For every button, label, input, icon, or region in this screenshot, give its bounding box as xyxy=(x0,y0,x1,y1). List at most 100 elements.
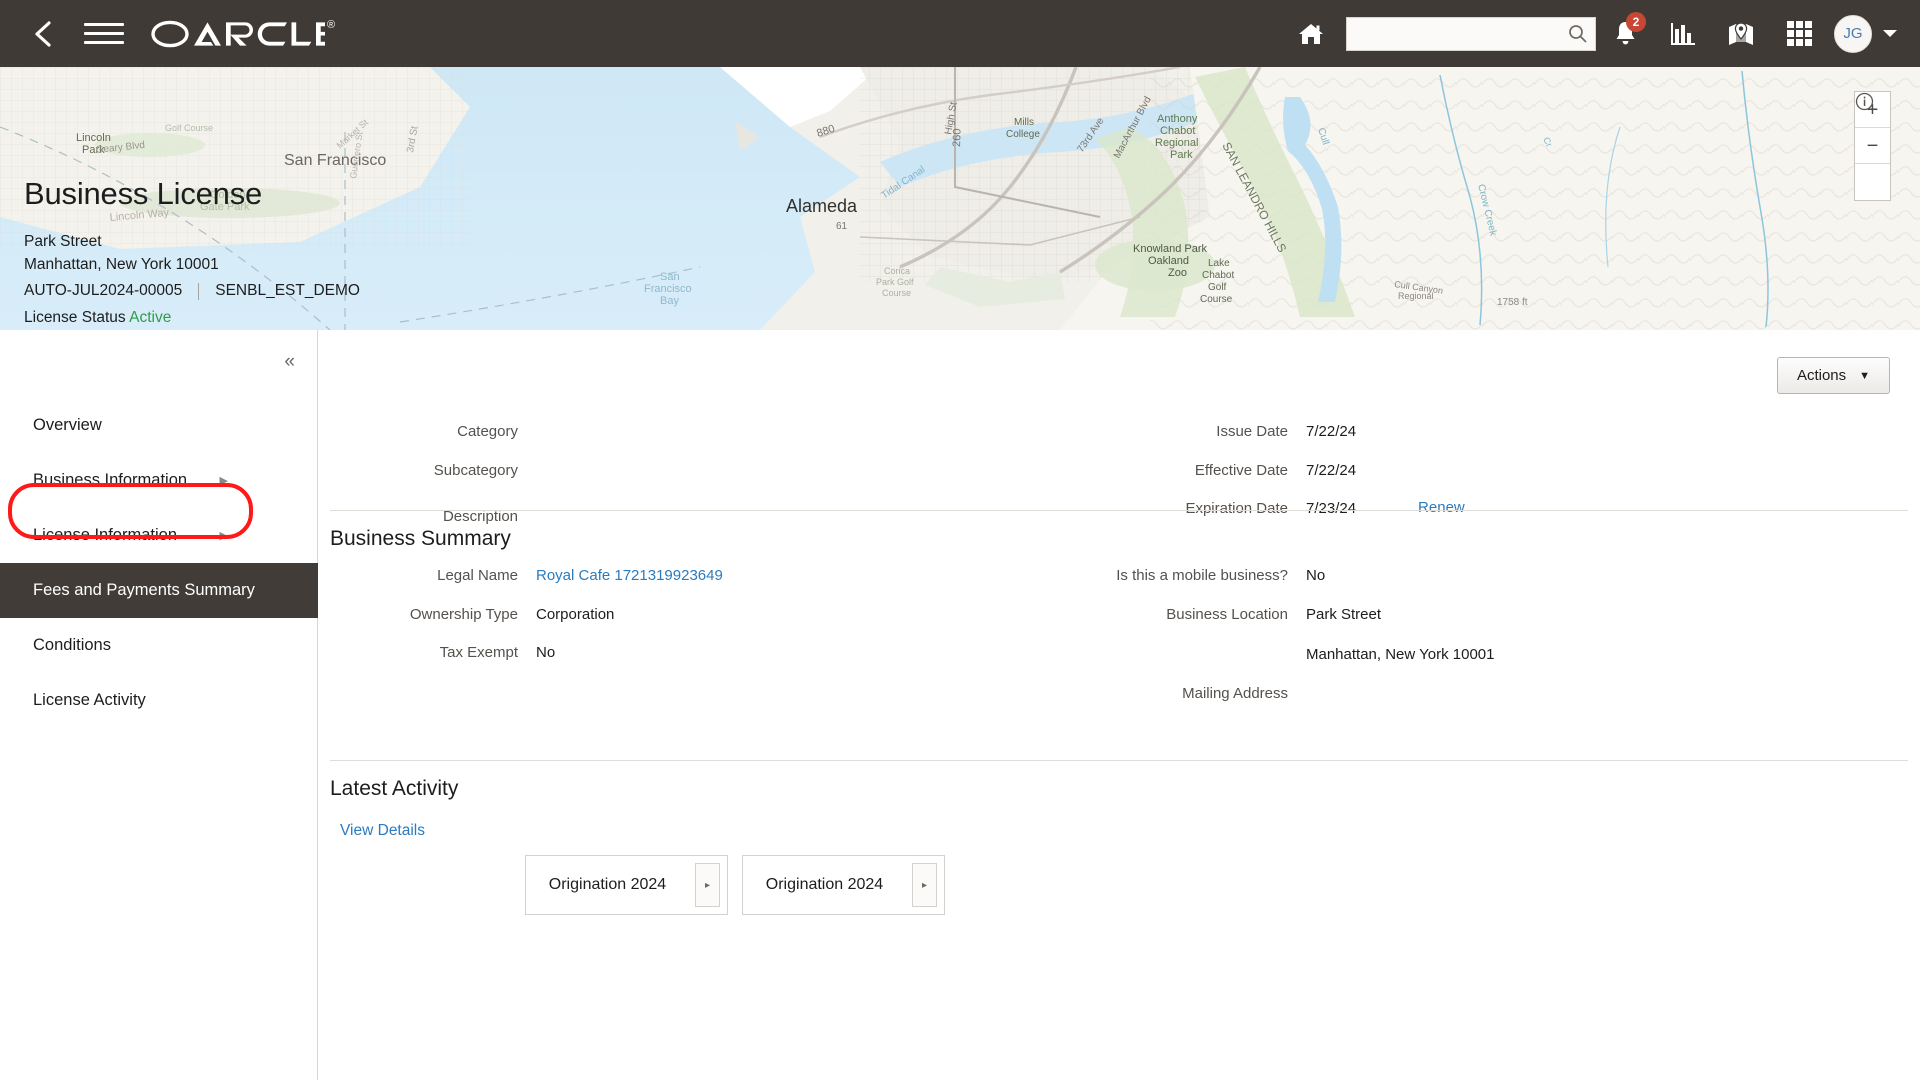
latest-activity-heading: Latest Activity xyxy=(330,777,459,800)
field-label: Mailing Address xyxy=(1182,684,1288,702)
notifications-button[interactable]: 2 xyxy=(1596,11,1654,57)
map-label: Chabot xyxy=(1202,270,1234,281)
sidebar-item-label: Business Information xyxy=(33,471,188,489)
sidebar-item-license-information[interactable]: License Information ▶ xyxy=(0,508,318,563)
oracle-logo[interactable]: ® xyxy=(150,17,337,51)
license-fields-right: Issue Date 7/22/24 Effective Date 7/22/24 Ex… xyxy=(1088,422,1868,538)
sidebar-item-label: Fees and Payments Summary xyxy=(33,581,255,599)
business-summary-left: Legal Name Royal Cafe 1721319923649 Owners… xyxy=(318,566,1018,682)
map-pin-icon[interactable] xyxy=(1712,11,1770,57)
field-value: 7/23/24 xyxy=(1306,500,1357,517)
sidebar-item-conditions[interactable]: Conditions xyxy=(0,618,318,673)
address-line-1: Park Street xyxy=(24,233,102,251)
map-label: Golf xyxy=(1208,282,1227,293)
activity-card-title: Origination 2024 xyxy=(548,876,667,893)
field-label: Issue Date xyxy=(1216,423,1288,440)
address-line-2: Manhattan, New York 10001 xyxy=(24,255,219,273)
map-label: Regional xyxy=(1155,137,1198,149)
field-row: Is this a mobile business? No xyxy=(1088,566,1868,586)
renew-link[interactable]: Renew xyxy=(1418,499,1465,516)
field-label: Ownership Type xyxy=(409,605,518,623)
sidebar-item-label: Conditions xyxy=(33,636,111,654)
map-label: San xyxy=(660,271,680,283)
chevron-right-icon[interactable]: ▶ xyxy=(220,474,228,487)
map-label: Anthony xyxy=(1157,113,1198,125)
home-icon[interactable] xyxy=(1288,14,1334,54)
map-label: Chabot xyxy=(1160,125,1195,137)
field-value: Park Street Manhattan, New York 10001 xyxy=(1306,605,1495,664)
map-label: Oakland xyxy=(1148,255,1189,267)
bar-chart-icon[interactable] xyxy=(1654,11,1712,57)
activity-card-go-button[interactable]: ▸ xyxy=(912,863,937,907)
grid-apps-icon[interactable] xyxy=(1770,11,1828,57)
map-label: 61 xyxy=(836,221,848,232)
field-label: Expiration Date xyxy=(1185,500,1288,517)
map-label: Regional xyxy=(1398,291,1434,301)
activity-card-title: Origination 2024 xyxy=(765,876,884,893)
section-divider-2 xyxy=(330,760,1908,761)
page-body: « Overview Business Information ▶ License I… xyxy=(0,330,1920,1080)
field-label: Category xyxy=(457,423,518,440)
sidebar-item-business-information[interactable]: Business Information ▶ xyxy=(0,453,318,508)
map-label: College xyxy=(1006,129,1040,140)
map-label: Bay xyxy=(660,295,679,307)
activity-card-go-button[interactable]: ▸ xyxy=(695,863,720,907)
map-label: San Francisco xyxy=(284,152,386,169)
sidebar-item-fees-and-payments-summary[interactable]: Fees and Payments Summary xyxy=(0,563,318,618)
license-number: AUTO-JUL2024-00005 xyxy=(24,282,183,300)
global-header: ® 2 JG xyxy=(0,0,1920,67)
field-row: Business Location Park Street Manhattan, N… xyxy=(1088,605,1868,665)
field-label: Effective Date xyxy=(1194,461,1288,479)
field-row: Ownership Type Corporation xyxy=(318,605,1018,625)
actions-label: Actions xyxy=(1796,367,1847,384)
actions-button[interactable]: Actions ▼ xyxy=(1777,357,1890,394)
field-row: Effective Date 7/22/24 xyxy=(1088,461,1868,481)
map-zoom-out-button[interactable]: − xyxy=(1855,128,1890,164)
map-label: Mills xyxy=(1014,117,1034,128)
hamburger-menu-icon[interactable] xyxy=(84,17,124,51)
view-details-link[interactable]: View Details xyxy=(340,822,425,840)
license-status-label: License Status xyxy=(24,308,126,326)
search-input[interactable] xyxy=(1353,18,1558,49)
field-row: Legal Name Royal Cafe 1721319923649 xyxy=(318,566,1018,586)
latest-activity-cards: Origination 2024 ▸ Origination 2024 ▸ xyxy=(525,855,945,915)
back-chevron-icon[interactable] xyxy=(26,14,60,54)
field-value-secondary: Manhattan, New York 10001 xyxy=(1306,646,1495,663)
license-code: SENBL_EST_DEMO xyxy=(215,282,360,300)
sidebar-nav-list: Overview Business Information ▶ License Inf… xyxy=(0,398,318,728)
notification-badge: 2 xyxy=(1626,11,1646,32)
map-info-button[interactable] xyxy=(1855,92,1890,200)
sidebar-item-overview[interactable]: Overview xyxy=(0,398,318,453)
sidebar-collapse-button[interactable]: « xyxy=(284,352,295,371)
registered-mark: ® xyxy=(327,18,337,31)
activity-card[interactable]: Origination 2024 ▸ xyxy=(742,855,945,915)
avatar[interactable]: JG xyxy=(1834,14,1872,53)
field-row: Category xyxy=(318,422,1018,442)
field-value: Corporation xyxy=(536,605,615,623)
sidebar-item-label: License Information xyxy=(33,526,177,544)
main-content: Actions ▼ Category Subcategory Description… xyxy=(318,330,1920,1080)
map-label: Alameda xyxy=(786,196,858,216)
activity-card[interactable]: Origination 2024 ▸ xyxy=(525,855,728,915)
map-label: Course xyxy=(1200,294,1233,305)
search-icon[interactable] xyxy=(1568,24,1588,49)
location-map-banner[interactable]: Lincoln Park Geary Blvd San Francisco Golden… xyxy=(0,67,1920,330)
field-value: No xyxy=(536,644,556,661)
field-label: Business Location xyxy=(1166,605,1288,623)
map-zoom-controls[interactable]: + − xyxy=(1854,91,1891,201)
chevron-down-icon[interactable] xyxy=(1882,25,1898,43)
field-value[interactable]: Royal Cafe 1721319923649 xyxy=(536,566,723,586)
field-row: Tax Exempt No xyxy=(318,643,1018,663)
global-search[interactable] xyxy=(1346,16,1596,51)
id-divider xyxy=(198,282,200,300)
field-value: 7/22/24 xyxy=(1306,423,1357,440)
field-value-link[interactable]: Royal Cafe 1721319923649 xyxy=(536,567,723,584)
map-label: Knowland Park xyxy=(1133,243,1207,255)
page-title: Business License xyxy=(24,176,263,211)
sidebar-item-license-activity[interactable]: License Activity xyxy=(0,673,318,728)
map-label: Golf Course xyxy=(165,123,213,133)
field-label: Legal Name xyxy=(437,567,518,584)
map-label: Park Golf xyxy=(876,277,914,287)
chevron-right-icon[interactable]: ▶ xyxy=(220,529,228,542)
map-label: Course xyxy=(882,288,911,298)
